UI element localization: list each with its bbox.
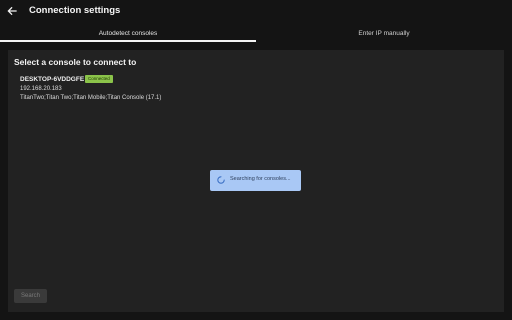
console-ip-address: 192.168.20.183 (20, 86, 62, 92)
console-apps: TitanTwo;Titan Two;Titan Mobile;Titan Co… (20, 95, 162, 101)
console-list-item[interactable]: DESKTOP-6VDDGFE Connected 192.168.20.183… (20, 75, 240, 105)
arrow-back-icon (7, 6, 17, 16)
status-badge: Connected (85, 75, 113, 83)
panel-heading: Select a console to connect to (14, 57, 137, 67)
active-tab-indicator (0, 40, 256, 42)
app-window: Connection settings Autodetect consoles … (0, 0, 512, 320)
loading-spinner-icon (217, 176, 225, 184)
searching-text: Searching for consoles... (230, 176, 291, 182)
tab-enter-ip-manually[interactable]: Enter IP manually (256, 24, 512, 42)
top-app-bar: Connection settings (0, 0, 512, 24)
console-list-panel: Select a console to connect to DESKTOP-6… (8, 50, 504, 312)
console-name: DESKTOP-6VDDGFE (20, 76, 85, 83)
back-button[interactable] (4, 3, 20, 19)
search-button[interactable]: Search (14, 289, 47, 303)
searching-toast: Searching for consoles... (210, 170, 301, 191)
page-title: Connection settings (29, 5, 121, 16)
